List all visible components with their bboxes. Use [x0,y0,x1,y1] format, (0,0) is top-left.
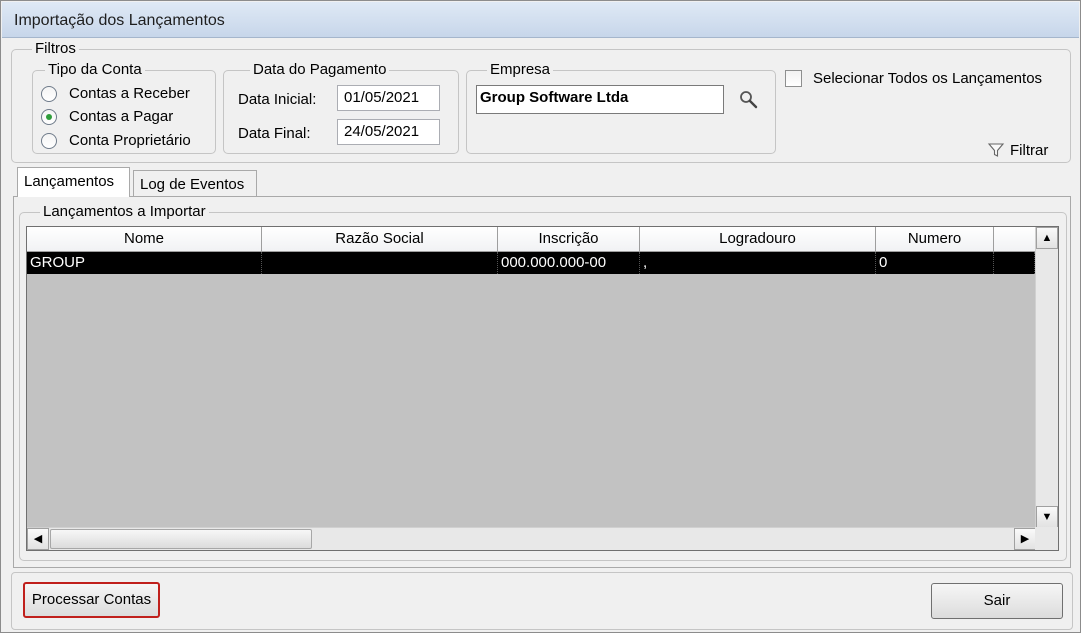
horizontal-scrollbar[interactable]: ◀ ▶ [27,527,1036,550]
cell-numero: 0 [876,252,994,274]
radio-label: Conta Proprietário [69,132,191,149]
tab-log-de-eventos[interactable]: Log de Eventos [133,170,257,198]
tab-lancamentos[interactable]: Lançamentos [17,167,130,197]
end-date-label: Data Final: [238,125,311,142]
column-header-nome[interactable]: Nome [27,227,262,252]
scroll-corner [1035,527,1058,550]
search-icon[interactable] [738,89,760,111]
action-bar [11,572,1073,630]
account-type-label: Tipo da Conta [48,61,142,78]
horizontal-scroll-thumb[interactable] [50,529,312,549]
start-date-label: Data Inicial: [238,91,317,108]
cell-nome: GROUP [27,252,262,274]
funnel-icon [987,141,1005,163]
table-row[interactable]: GROUP 000.000.000-00 , 0 [27,252,1035,274]
company-field[interactable]: Group Software Ltda [476,85,724,114]
radio-circle[interactable] [41,109,57,125]
scroll-left-icon[interactable]: ◀ [27,528,49,550]
payment-date-label: Data do Pagamento [253,61,387,78]
scroll-right-icon[interactable]: ▶ [1014,528,1036,550]
filter-button-label: Filtrar [1010,142,1049,159]
title-bar: Importação dos Lançamentos [2,2,1079,38]
column-header-numero[interactable]: Numero [876,227,994,252]
start-date-field[interactable]: 01/05/2021 [337,85,440,111]
radio-circle[interactable] [41,133,57,149]
filters-group-label: Filtros [35,40,76,57]
column-header-inscricao[interactable]: Inscrição [498,227,640,252]
cell-filler [994,252,1035,274]
entries-group-label: Lançamentos a Importar [43,203,206,220]
import-window: Importação dos Lançamentos Filtros Tipo … [0,0,1081,633]
cell-inscricao: 000.000.000-00 [498,252,640,274]
entries-grid[interactable]: Nome Razão Social Inscrição Logradouro N… [26,226,1059,551]
select-all-label: Selecionar Todos os Lançamentos [813,70,1043,87]
window-title: Importação dos Lançamentos [14,12,225,29]
scroll-down-icon[interactable]: ▼ [1036,506,1058,528]
cell-razao-social [262,252,498,274]
exit-button[interactable]: Sair [931,583,1063,619]
vertical-scrollbar[interactable]: ▲ ▼ [1035,227,1058,528]
process-accounts-button[interactable]: Processar Contas [23,582,160,618]
column-header-logradouro[interactable]: Logradouro [640,227,876,252]
radio-circle[interactable] [41,86,57,102]
radio-label: Contas a Pagar [69,108,174,125]
tab-label: Log de Eventos [140,176,245,193]
column-header-razao-social[interactable]: Razão Social [262,227,498,252]
filter-button[interactable]: Filtrar [985,140,1055,162]
scroll-up-icon[interactable]: ▲ [1036,227,1058,249]
tab-label: Lançamentos [24,173,115,190]
cell-logradouro: , [640,252,876,274]
column-header-filler [994,227,1036,252]
end-date-field[interactable]: 24/05/2021 [337,119,440,145]
select-all-checkbox[interactable] [785,70,802,87]
company-label: Empresa [490,61,551,78]
radio-label: Contas a Receber [69,85,190,102]
